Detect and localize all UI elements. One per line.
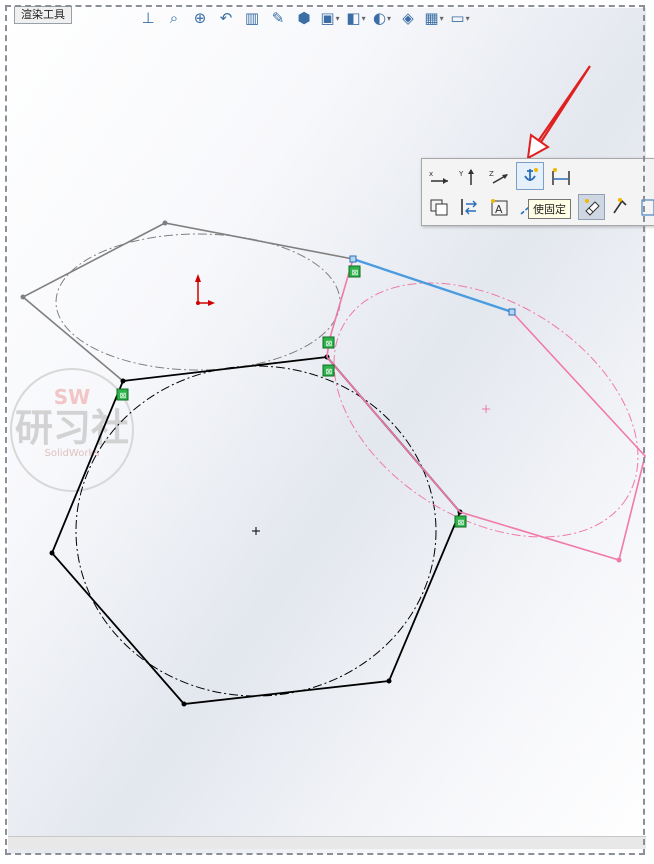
svg-text:A: A [495, 203, 503, 216]
svg-text:⊠: ⊠ [352, 268, 359, 277]
tooltip-fix: 使固定 [528, 199, 571, 219]
section-view-icon[interactable]: ▥ [242, 8, 262, 28]
horizontal-icon[interactable]: x [426, 165, 452, 189]
gray-polygon[interactable] [21, 222, 354, 382]
screen-capture-icon[interactable]: ▭ [450, 8, 470, 28]
smart-dimension-icon[interactable] [608, 195, 634, 219]
active-tool-icon[interactable] [578, 194, 605, 220]
coincident-relation-icon: ⊠ [322, 364, 335, 377]
previous-view-icon[interactable]: ↶ [216, 8, 236, 28]
view-orientation-cube-icon[interactable]: ⬢ [294, 8, 314, 28]
convert-entities-icon[interactable] [456, 195, 482, 219]
svg-text:x: x [429, 170, 433, 178]
sketch-origin [195, 274, 215, 306]
svg-text:⊠: ⊠ [120, 391, 127, 400]
svg-text:Z: Z [489, 170, 494, 178]
vertical-icon[interactable]: Y [456, 165, 482, 189]
rendering-tools-tab[interactable]: 渲染工具 [14, 6, 72, 24]
selected-line[interactable] [352, 257, 513, 314]
copy-entities-icon[interactable] [426, 195, 452, 219]
apply-scene-icon[interactable]: ◈ [398, 8, 418, 28]
svg-text:⊠: ⊠ [326, 339, 333, 348]
coincident-relation-icon: ⊠ [454, 515, 467, 528]
selected-endpoint-start[interactable] [349, 255, 357, 263]
zoom-to-area-icon[interactable]: ⊕ [190, 8, 210, 28]
heads-up-view-toolbar: ⊥ ⌕ ⊕ ↶ ▥ ✎ ⬢ ▣ ◧ ◐ ◈ ▦ ▭ [138, 6, 470, 30]
pink-construction-circle[interactable] [288, 230, 654, 589]
display-style-icon[interactable]: ▣ [320, 8, 340, 28]
coincident-relation-icon: ⊠ [116, 388, 129, 401]
pink-center-mark [482, 405, 490, 413]
black-center-mark [252, 527, 260, 535]
selected-endpoint-end[interactable] [508, 308, 516, 316]
annotation-arrow [526, 65, 591, 160]
coincident-relation-icon: ⊠ [322, 336, 335, 349]
svg-text:Y: Y [458, 170, 464, 178]
view-orientation-icon[interactable]: ⊥ [138, 8, 158, 28]
fix-icon[interactable] [516, 162, 544, 190]
svg-text:⊠: ⊠ [326, 367, 333, 376]
coincident-relation-icon: ⊠ [348, 265, 361, 278]
more-icon[interactable] [636, 195, 654, 219]
window-frame: SW 研习社 SolidWorks ⊠ ⊠ ⊠ ⊠ ⊠ 渲染工具 ⊥ ⌕ ⊕ ↶… [0, 0, 654, 864]
relation-markers[interactable]: ⊠ ⊠ ⊠ ⊠ ⊠ [116, 265, 467, 528]
coincident-axis-icon[interactable]: Z [486, 165, 512, 189]
horizontal-scrollbar[interactable] [8, 836, 646, 849]
add-text-icon[interactable]: A [486, 195, 512, 219]
dynamic-annotation-icon[interactable]: ✎ [268, 8, 288, 28]
edit-appearance-icon[interactable]: ◐ [372, 8, 392, 28]
hide-show-icon[interactable]: ◧ [346, 8, 366, 28]
view-settings-icon[interactable]: ▦ [424, 8, 444, 28]
dimension-icon[interactable] [548, 165, 574, 189]
svg-text:⊠: ⊠ [458, 518, 465, 527]
sketch-canvas[interactable]: ⊠ ⊠ ⊠ ⊠ ⊠ [0, 0, 654, 864]
pink-vertex[interactable] [616, 557, 622, 563]
zoom-to-fit-icon[interactable]: ⌕ [164, 8, 184, 28]
